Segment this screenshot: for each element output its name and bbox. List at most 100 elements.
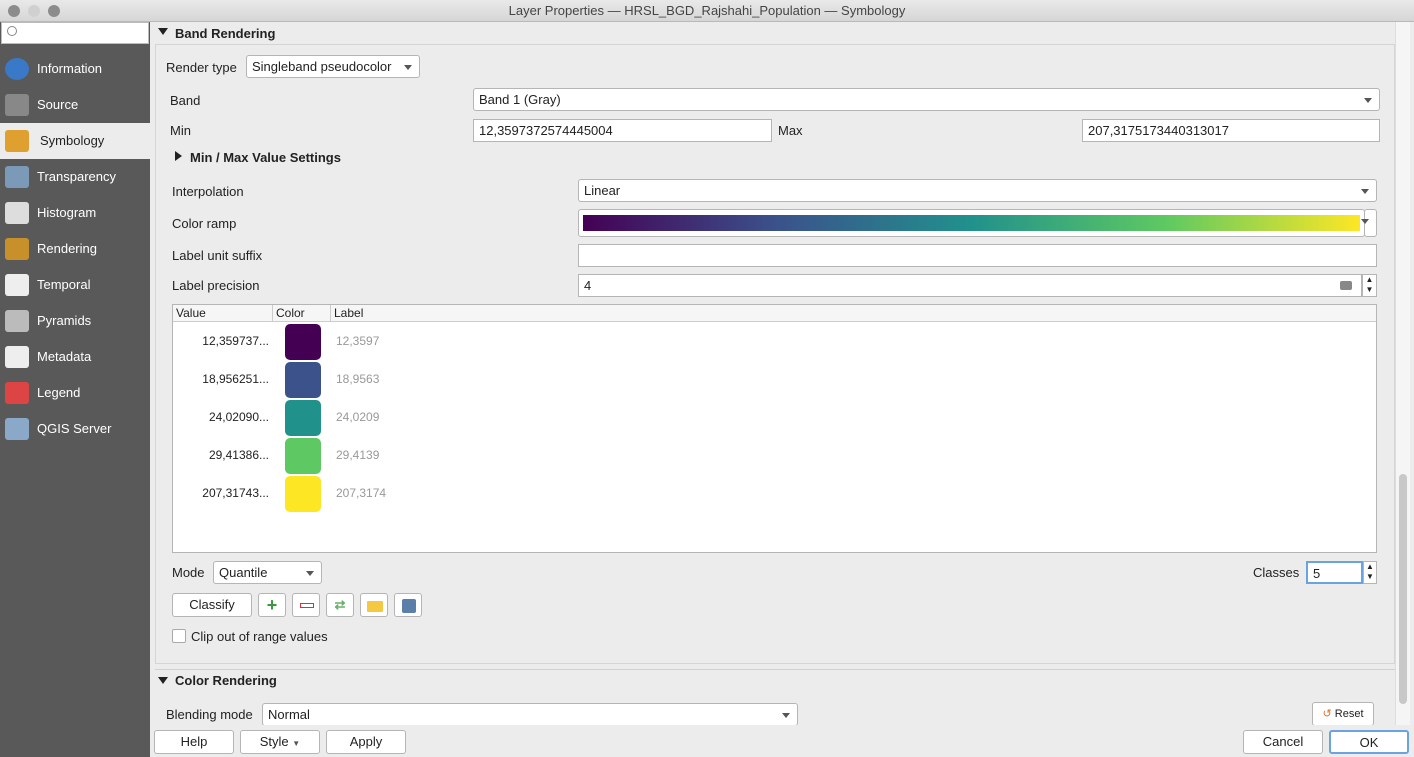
- class-color-swatch[interactable]: [285, 400, 321, 436]
- color-ramp-label: Color ramp: [172, 216, 237, 231]
- clip-label[interactable]: Clip out of range values: [191, 629, 328, 644]
- vertical-scrollbar[interactable]: [1395, 22, 1410, 725]
- sidebar-item-symbology[interactable]: Symbology: [0, 123, 150, 159]
- sidebar-item-temporal[interactable]: Temporal: [0, 267, 150, 303]
- sidebar-search-input[interactable]: [1, 22, 149, 44]
- class-color-swatch[interactable]: [285, 476, 321, 512]
- cancel-button[interactable]: Cancel: [1243, 730, 1323, 754]
- blending-mode-value: Normal: [268, 707, 310, 722]
- load-color-map-button[interactable]: [360, 593, 388, 617]
- sidebar-item-source[interactable]: Source: [0, 87, 150, 123]
- window-title: Layer Properties — HRSL_BGD_Rajshahi_Pop…: [508, 3, 906, 18]
- render-type-value: Singleband pseudocolor: [252, 59, 392, 74]
- max-input[interactable]: 207,3175173440313017: [1082, 119, 1380, 142]
- apply-button[interactable]: Apply: [326, 730, 406, 754]
- metadata-icon: [5, 346, 29, 368]
- band-select[interactable]: Band 1 (Gray): [473, 88, 1380, 111]
- classes-spinbox-arrows[interactable]: ▲ ▼: [1363, 561, 1377, 584]
- band-label: Band: [170, 93, 201, 108]
- export-color-map-button[interactable]: [394, 593, 422, 617]
- label-suffix-input[interactable]: [578, 244, 1377, 267]
- pyramids-icon: [5, 310, 29, 332]
- min-label: Min: [170, 123, 191, 138]
- color-ramp-button[interactable]: [578, 209, 1365, 237]
- expand-arrow-icon[interactable]: [175, 151, 182, 161]
- reverse-colors-button[interactable]: ⇄: [326, 593, 354, 617]
- sidebar-item-label: QGIS Server: [37, 421, 112, 436]
- help-button[interactable]: Help: [154, 730, 234, 754]
- sidebar-item-label: Source: [37, 97, 79, 112]
- sidebar-item-label: Temporal: [37, 277, 91, 292]
- class-label[interactable]: 18,9563: [336, 372, 379, 386]
- column-header-label[interactable]: Label: [331, 305, 1376, 322]
- sidebar-item-pyramids[interactable]: Pyramids: [0, 303, 150, 339]
- reset-label: Reset: [1334, 708, 1364, 720]
- table-row[interactable]: 29,41386... 29,4139: [173, 437, 1373, 475]
- info-icon: [5, 58, 29, 80]
- table-row[interactable]: 18,956251... 18,9563: [173, 361, 1373, 399]
- label-suffix-label: Label unit suffix: [172, 248, 263, 263]
- spinbox-arrows[interactable]: ▲ ▼: [1362, 274, 1377, 297]
- minmax-settings-header[interactable]: Min / Max Value Settings: [190, 150, 341, 165]
- sidebar-item-information[interactable]: Information: [0, 51, 150, 87]
- sidebar-item-qgis-server[interactable]: QGIS Server: [0, 411, 150, 447]
- minimize-window-button[interactable]: [28, 5, 40, 17]
- color-ramp-dropdown[interactable]: [1361, 209, 1377, 237]
- server-icon: [5, 418, 29, 440]
- interpolation-label: Interpolation: [172, 184, 244, 199]
- mode-select[interactable]: Quantile: [213, 561, 322, 584]
- add-class-button[interactable]: +: [258, 593, 286, 617]
- class-value[interactable]: 18,956251...: [197, 372, 269, 386]
- sidebar-item-metadata[interactable]: Metadata: [0, 339, 150, 375]
- sidebar-item-label: Rendering: [37, 241, 97, 256]
- class-value[interactable]: 29,41386...: [197, 448, 269, 462]
- classes-spinbox[interactable]: 5: [1306, 561, 1363, 584]
- class-label[interactable]: 207,3174: [336, 486, 386, 500]
- maximize-window-button[interactable]: [48, 5, 60, 17]
- min-input[interactable]: 12,3597372574445004: [473, 119, 772, 142]
- color-classes-table[interactable]: Value Color Label 12,359737... 12,3597 18,…: [172, 304, 1377, 553]
- clip-checkbox[interactable]: [172, 629, 186, 643]
- interpolation-select[interactable]: Linear: [578, 179, 1377, 202]
- classify-button[interactable]: Classify: [172, 593, 252, 617]
- sidebar-item-transparency[interactable]: Transparency: [0, 159, 150, 195]
- class-label[interactable]: 24,0209: [336, 410, 379, 424]
- collapse-arrow-icon[interactable]: [158, 28, 168, 35]
- table-row[interactable]: 24,02090... 24,0209: [173, 399, 1373, 437]
- style-button[interactable]: Style ▼: [240, 730, 320, 754]
- column-header-color[interactable]: Color: [273, 305, 331, 322]
- class-color-swatch[interactable]: [285, 438, 321, 474]
- reset-button[interactable]: ↺ Reset: [1312, 702, 1374, 726]
- blending-mode-select[interactable]: Normal: [262, 703, 798, 726]
- reset-icon: ↺: [1322, 708, 1332, 720]
- interpolation-value: Linear: [584, 183, 621, 198]
- class-label[interactable]: 29,4139: [336, 448, 379, 462]
- column-header-value[interactable]: Value: [173, 305, 273, 322]
- paintbrush-icon: [5, 130, 29, 152]
- scrollbar-thumb[interactable]: [1399, 474, 1407, 704]
- table-row[interactable]: 207,31743... 207,3174: [173, 475, 1373, 513]
- label-precision-spinbox[interactable]: 4: [578, 274, 1362, 297]
- ok-button[interactable]: OK: [1329, 730, 1409, 754]
- color-rendering-header[interactable]: Color Rendering: [175, 673, 277, 688]
- collapse-arrow-icon[interactable]: [158, 677, 168, 684]
- remove-class-button[interactable]: [292, 593, 320, 617]
- class-value[interactable]: 24,02090...: [197, 410, 269, 424]
- close-window-button[interactable]: [8, 5, 20, 17]
- sidebar-item-histogram[interactable]: Histogram: [0, 195, 150, 231]
- clear-icon[interactable]: [1340, 281, 1352, 290]
- sidebar-item-label: Metadata: [37, 349, 92, 364]
- sidebar-item-label: Histogram: [37, 205, 97, 220]
- render-type-select[interactable]: Singleband pseudocolor: [246, 55, 420, 78]
- histogram-icon: [5, 202, 29, 224]
- class-color-swatch[interactable]: [285, 362, 321, 398]
- class-value[interactable]: 207,31743...: [197, 486, 269, 500]
- table-row[interactable]: 12,359737... 12,3597: [173, 323, 1373, 361]
- class-value[interactable]: 12,359737...: [197, 334, 269, 348]
- source-icon: [5, 94, 29, 116]
- band-rendering-header[interactable]: Band Rendering: [175, 26, 275, 41]
- sidebar-item-legend[interactable]: Legend: [0, 375, 150, 411]
- sidebar-item-rendering[interactable]: Rendering: [0, 231, 150, 267]
- class-label[interactable]: 12,3597: [336, 334, 379, 348]
- class-color-swatch[interactable]: [285, 324, 321, 360]
